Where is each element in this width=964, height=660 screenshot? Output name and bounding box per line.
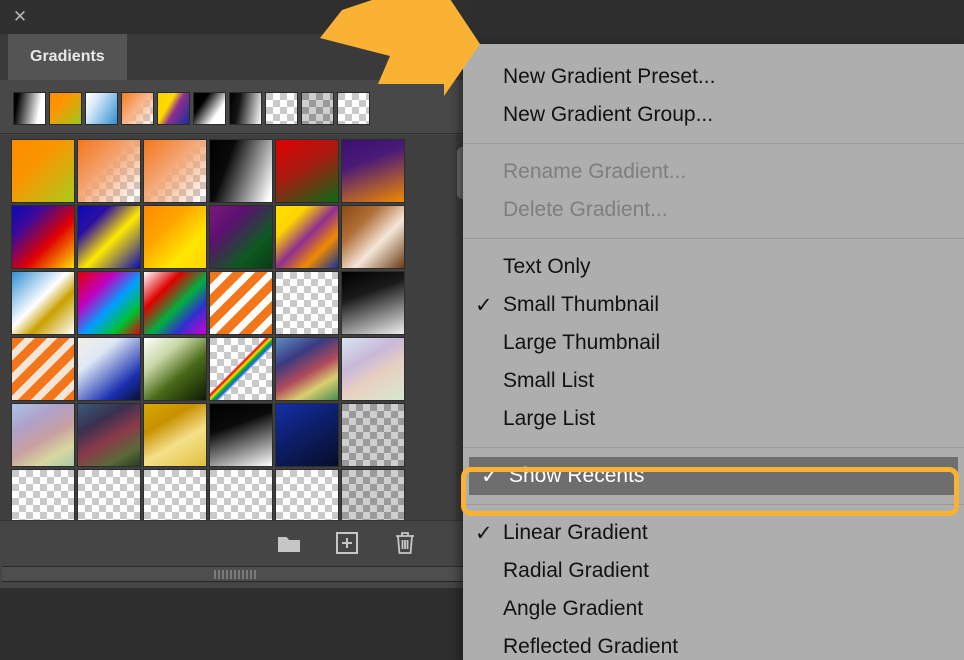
gradient-swatch-23[interactable] <box>275 337 339 401</box>
tab-gradients-label: Gradients <box>30 48 105 65</box>
menu-item-large-list[interactable]: Large List <box>463 400 964 438</box>
panel-context-menu[interactable]: New Gradient Preset... New Gradient Group… <box>463 44 964 660</box>
gradient-swatch-34[interactable] <box>209 469 273 520</box>
gradient-swatch-30[interactable] <box>341 403 405 467</box>
tab-gradients[interactable]: Gradients <box>8 34 127 80</box>
menu-item-label: Rename Gradient... <box>503 160 687 183</box>
menu-item-label: Large Thumbnail <box>503 331 661 354</box>
folder-icon[interactable] <box>276 530 302 556</box>
recent-swatch-2[interactable] <box>49 92 82 125</box>
gradient-swatch-2[interactable] <box>77 139 141 203</box>
menu-item-label: Text Only <box>503 255 591 278</box>
gradient-swatch-15[interactable] <box>143 271 207 335</box>
recent-swatch-5[interactable] <box>157 92 190 125</box>
new-preset-plus-icon[interactable] <box>334 530 360 556</box>
menu-item-text-only[interactable]: Text Only <box>463 248 964 286</box>
recent-swatch-1[interactable] <box>13 92 46 125</box>
gradient-swatch-29[interactable] <box>275 403 339 467</box>
menu-item-angle-gradient[interactable]: Angle Gradient <box>463 590 964 628</box>
recent-swatch-3[interactable] <box>85 92 118 125</box>
menu-item-reflected-gradient[interactable]: Reflected Gradient <box>463 628 964 660</box>
gradient-swatch-6[interactable] <box>341 139 405 203</box>
gradient-swatch-21[interactable] <box>143 337 207 401</box>
gradient-swatch-26[interactable] <box>77 403 141 467</box>
menu-item-label: Large List <box>503 407 596 430</box>
gradient-swatch-33[interactable] <box>143 469 207 520</box>
menu-item-label: Small List <box>503 369 595 392</box>
gradient-swatch-17[interactable] <box>275 271 339 335</box>
gradient-swatch-4[interactable] <box>209 139 273 203</box>
gradient-swatch-12[interactable] <box>341 205 405 269</box>
menu-item-label: Delete Gradient... <box>503 198 668 221</box>
gradient-swatch-36[interactable] <box>341 469 405 520</box>
orange-pointer-arrow <box>312 0 482 100</box>
panel-body <box>0 80 470 520</box>
menu-separator <box>463 238 964 239</box>
gradient-swatch-1[interactable] <box>11 139 75 203</box>
menu-separator <box>463 504 964 505</box>
grip-dots-icon <box>214 570 256 579</box>
menu-item-small-thumbnail[interactable]: ✓ Small Thumbnail <box>463 286 964 324</box>
panel-footer <box>0 520 470 566</box>
screenshot-root: ✕ « Gradients <box>0 0 964 660</box>
menu-item-label: Radial Gradient <box>503 559 649 582</box>
gradient-swatch-8[interactable] <box>77 205 141 269</box>
gradient-swatch-22[interactable] <box>209 337 273 401</box>
menu-item-label: Angle Gradient <box>503 597 644 620</box>
gradient-swatch-20[interactable] <box>77 337 141 401</box>
checkmark-icon: ✓ <box>475 292 493 317</box>
footer-icon-row <box>276 530 418 556</box>
gradient-swatch-18[interactable] <box>341 271 405 335</box>
menu-item-new-gradient-preset[interactable]: New Gradient Preset... <box>463 58 964 96</box>
gradient-swatch-32[interactable] <box>77 469 141 520</box>
menu-item-label: Linear Gradient <box>503 521 648 544</box>
menu-item-linear-gradient[interactable]: ✓ Linear Gradient <box>463 514 964 552</box>
menu-item-label: Show Recents <box>509 464 645 487</box>
gradient-grid-scroll[interactable] <box>0 135 470 520</box>
gradient-swatch-11[interactable] <box>275 205 339 269</box>
gradient-swatch-13[interactable] <box>11 271 75 335</box>
gradient-swatch-31[interactable] <box>11 469 75 520</box>
recent-swatch-7[interactable] <box>229 92 262 125</box>
gradient-swatch-19[interactable] <box>11 337 75 401</box>
menu-separator <box>463 143 964 144</box>
menu-item-large-thumbnail[interactable]: Large Thumbnail <box>463 324 964 362</box>
gradient-swatch-35[interactable] <box>275 469 339 520</box>
recent-swatch-8[interactable] <box>265 92 298 125</box>
menu-item-label: New Gradient Group... <box>503 103 714 126</box>
gradient-swatch-10[interactable] <box>209 205 273 269</box>
checkmark-icon: ✓ <box>481 463 499 488</box>
gradient-swatch-7[interactable] <box>11 205 75 269</box>
menu-item-label: Small Thumbnail <box>503 293 660 316</box>
menu-item-show-recents[interactable]: ✓ Show Recents <box>469 457 958 495</box>
gradient-swatch-grid <box>11 139 405 520</box>
recent-swatch-6[interactable] <box>193 92 226 125</box>
gradient-swatch-5[interactable] <box>275 139 339 203</box>
close-icon[interactable]: ✕ <box>11 8 29 26</box>
menu-item-rename-gradient: Rename Gradient... <box>463 153 964 191</box>
menu-separator <box>463 447 964 448</box>
menu-item-radial-gradient[interactable]: Radial Gradient <box>463 552 964 590</box>
gradient-swatch-3[interactable] <box>143 139 207 203</box>
recent-swatch-4[interactable] <box>121 92 154 125</box>
menu-top-padding <box>463 44 964 58</box>
gradient-swatch-14[interactable] <box>77 271 141 335</box>
gradient-swatch-9[interactable] <box>143 205 207 269</box>
trash-icon[interactable] <box>392 530 418 556</box>
menu-item-new-gradient-group[interactable]: New Gradient Group... <box>463 96 964 134</box>
gradient-swatch-25[interactable] <box>11 403 75 467</box>
gradient-swatch-16[interactable] <box>209 271 273 335</box>
menu-item-delete-gradient: Delete Gradient... <box>463 191 964 229</box>
gradient-swatch-27[interactable] <box>143 403 207 467</box>
checkmark-icon: ✓ <box>475 520 493 545</box>
menu-item-label: Reflected Gradient <box>503 635 679 658</box>
menu-item-small-list[interactable]: Small List <box>463 362 964 400</box>
menu-item-label: New Gradient Preset... <box>503 65 716 88</box>
gradient-swatch-28[interactable] <box>209 403 273 467</box>
gradient-swatch-24[interactable] <box>341 337 405 401</box>
panel-resize-grip[interactable] <box>2 566 468 582</box>
